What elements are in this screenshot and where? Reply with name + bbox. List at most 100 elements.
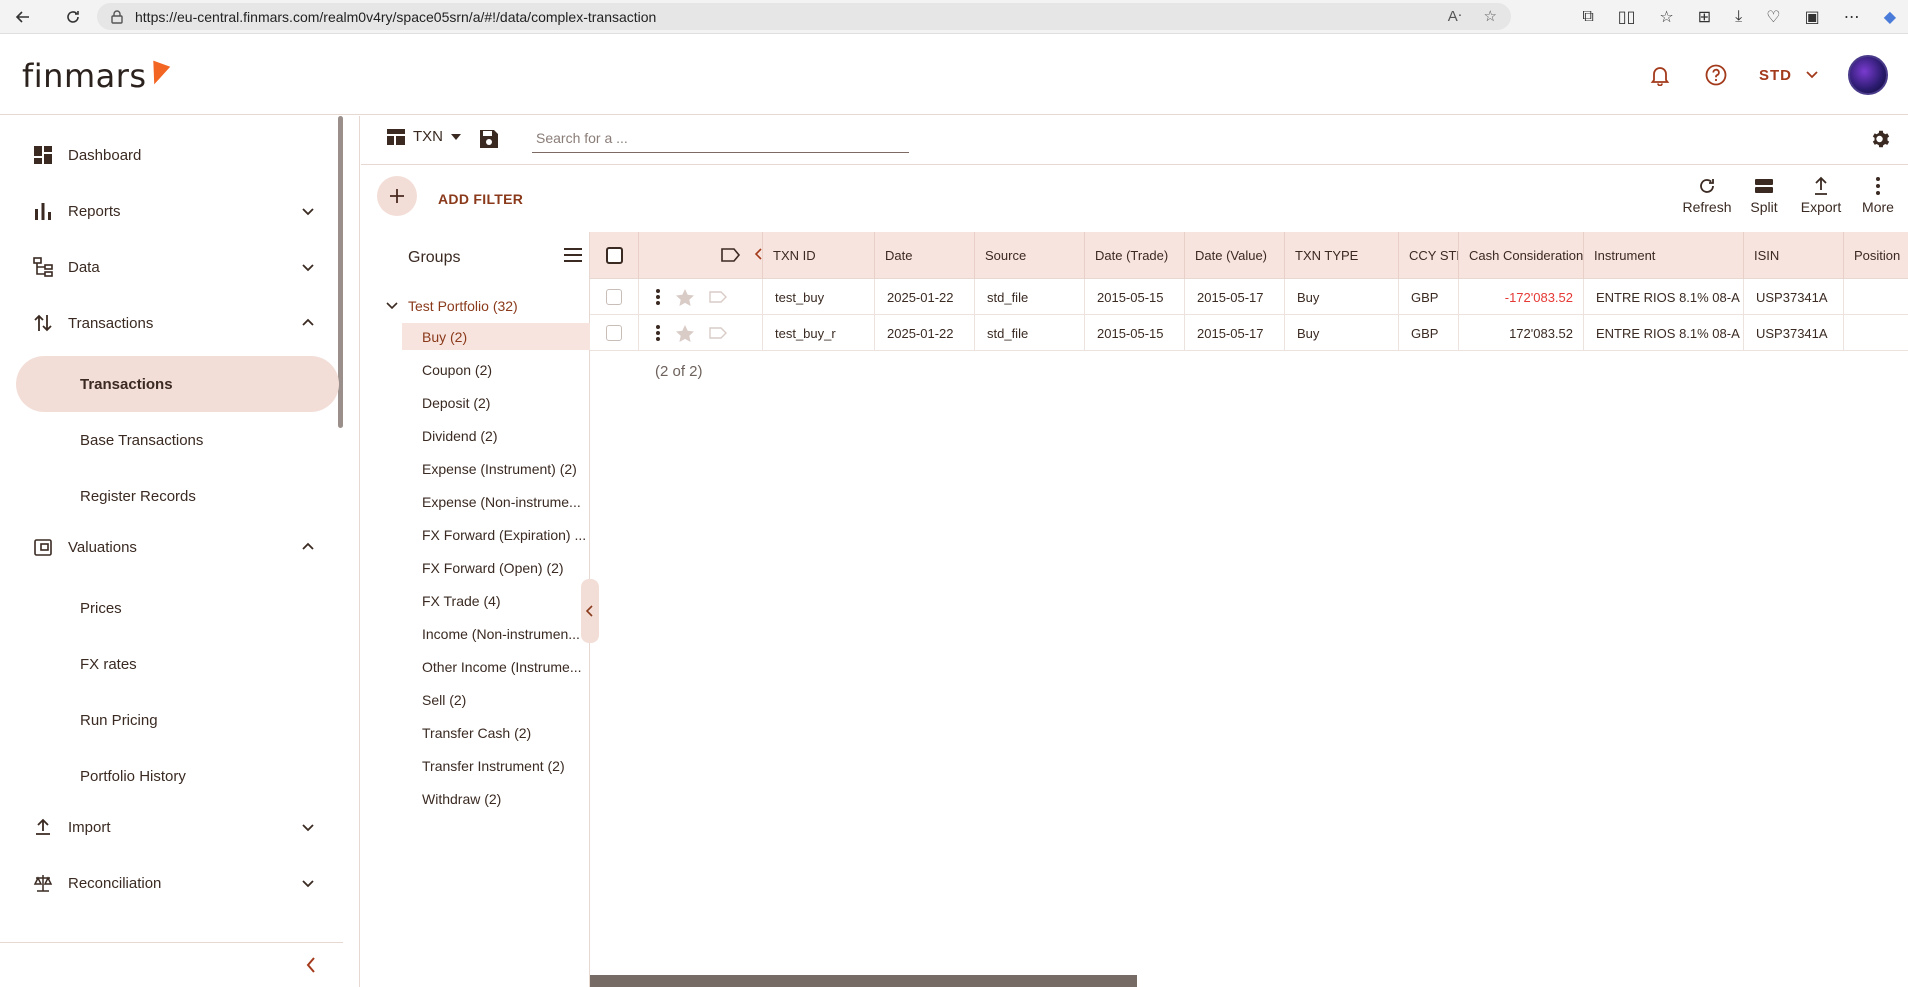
search-field[interactable] <box>532 126 909 153</box>
gear-icon[interactable] <box>1870 128 1892 150</box>
back-icon[interactable] <box>8 2 38 32</box>
cell-ccy-stl: GBP <box>1399 315 1459 351</box>
group-item[interactable]: FX Forward (Expiration) ... <box>402 521 590 548</box>
downloads-icon[interactable]: ⤓ <box>1735 8 1742 26</box>
column-header-position[interactable]: Position <box>1844 232 1908 279</box>
favorite-star-icon[interactable]: ☆ <box>1484 7 1497 25</box>
sidebar-item-import[interactable]: Import <box>0 799 340 855</box>
search-input[interactable] <box>536 130 905 146</box>
sidebar-item-data[interactable]: Data <box>0 239 340 295</box>
group-item[interactable]: Coupon (2) <box>402 356 590 383</box>
group-item[interactable]: Transfer Cash (2) <box>402 719 590 746</box>
save-icon[interactable] <box>478 128 500 150</box>
sidebar-subitem-portfolio-history[interactable]: Portfolio History <box>0 748 340 804</box>
address-bar[interactable]: https://eu-central.finmars.com/realm0v4r… <box>97 3 1511 30</box>
help-icon[interactable] <box>1703 62 1729 88</box>
sidebar-item-reports[interactable]: Reports <box>0 183 340 239</box>
user-code-dropdown[interactable]: STD <box>1759 67 1818 84</box>
table-row[interactable]: test_buy_r 2025-01-22 std_file 2015-05-1… <box>590 315 1908 351</box>
group-item[interactable]: Withdraw (2) <box>402 785 590 812</box>
column-header-instrument[interactable]: Instrument <box>1584 232 1744 279</box>
chevron-left-icon[interactable] <box>755 248 763 260</box>
sidebar-toggle-icon[interactable]: ▣ <box>1805 7 1820 27</box>
split-icon <box>1755 179 1773 193</box>
row-checkbox[interactable] <box>606 325 622 341</box>
row-checkbox[interactable] <box>606 289 622 305</box>
chevron-down-icon <box>386 302 398 310</box>
logo-text: finmars <box>22 57 147 95</box>
data-tree-icon <box>33 257 53 277</box>
sidebar-subitem-base-transactions[interactable]: Base Transactions <box>0 412 340 468</box>
group-root-test-portfolio[interactable]: Test Portfolio (32) <box>386 298 518 314</box>
column-header-date[interactable]: Date <box>875 232 975 279</box>
star-icon[interactable] <box>675 324 695 343</box>
column-header-txn-type[interactable]: TXN TYPE <box>1285 232 1399 279</box>
finmars-logo[interactable]: finmars <box>22 57 170 95</box>
group-item[interactable]: Deposit (2) <box>402 389 590 416</box>
group-item[interactable]: FX Forward (Open) (2) <box>402 554 590 581</box>
column-header-isin[interactable]: ISIN <box>1744 232 1844 279</box>
row-select-cell <box>590 279 639 315</box>
column-header-source[interactable]: Source <box>975 232 1085 279</box>
filter-bar: ADD FILTER Refresh Split Export More <box>361 166 1908 232</box>
browser-toolbar: https://eu-central.finmars.com/realm0v4r… <box>0 0 1908 34</box>
column-header-txn-id[interactable]: TXN ID <box>763 232 875 279</box>
more-button[interactable]: More <box>1858 176 1898 215</box>
group-item[interactable]: Other Income (Instrume... <box>402 653 590 680</box>
row-menu-icon[interactable] <box>655 324 661 342</box>
sidebar-subitem-transactions[interactable]: Transactions <box>16 356 339 412</box>
sidebar-subitem-register-records[interactable]: Register Records <box>0 468 340 524</box>
sidebar-item-reconciliation[interactable]: Reconciliation <box>0 855 340 911</box>
group-item[interactable]: Expense (Non-instrume... <box>402 488 590 515</box>
column-header-cash-consideration[interactable]: Cash Consideration <box>1459 232 1584 279</box>
sidebar-footer <box>0 942 343 987</box>
extensions-icon[interactable]: ⧉ <box>1582 8 1593 26</box>
performance-icon[interactable]: ♡ <box>1766 7 1780 27</box>
sidebar-subitem-run-pricing[interactable]: Run Pricing <box>0 692 340 748</box>
split-button[interactable]: Split <box>1744 176 1784 215</box>
group-item[interactable]: Expense (Instrument) (2) <box>402 455 590 482</box>
favorites-icon[interactable]: ☆ <box>1659 7 1673 27</box>
star-icon[interactable] <box>675 288 695 307</box>
group-item[interactable]: Income (Non-instrumen... <box>402 620 590 647</box>
group-item[interactable]: FX Trade (4) <box>402 587 590 614</box>
select-all-checkbox[interactable] <box>605 247 623 264</box>
collections-icon[interactable]: ⊞ <box>1698 7 1711 27</box>
row-menu-icon[interactable] <box>655 288 661 306</box>
sidebar-item-transactions[interactable]: Transactions <box>0 295 340 351</box>
sidebar-item-valuations[interactable]: Valuations <box>0 519 340 575</box>
row-tag-icon[interactable] <box>709 290 727 304</box>
column-header-ccy-stl[interactable]: CCY STL <box>1399 232 1459 279</box>
column-header-date-trade[interactable]: Date (Trade) <box>1085 232 1185 279</box>
horizontal-scrollbar[interactable] <box>590 975 1137 987</box>
plus-icon <box>390 189 404 203</box>
row-tag-icon[interactable] <box>709 326 727 340</box>
chevron-left-icon[interactable] <box>303 955 319 975</box>
tag-icon[interactable] <box>721 247 741 263</box>
copilot-icon[interactable]: ◆ <box>1884 7 1896 27</box>
add-filter-button[interactable] <box>377 176 417 216</box>
sidebar-subitem-label: Portfolio History <box>80 767 186 785</box>
table-row[interactable]: test_buy 2025-01-22 std_file 2015-05-15 … <box>590 279 1908 315</box>
bell-icon[interactable] <box>1647 62 1673 88</box>
layout-selector[interactable]: TXN <box>387 128 461 145</box>
sidebar-subitem-prices[interactable]: Prices <box>0 580 340 636</box>
group-item[interactable]: Transfer Instrument (2) <box>402 752 590 779</box>
sidebar-subitem-fx-rates[interactable]: FX rates <box>0 636 340 692</box>
group-item[interactable]: Sell (2) <box>402 686 590 713</box>
split-screen-icon[interactable]: ▯▯ <box>1618 7 1636 27</box>
column-header-date-value[interactable]: Date (Value) <box>1185 232 1285 279</box>
menu-icon[interactable] <box>563 246 583 264</box>
sidebar-subitem-label: Prices <box>80 599 122 617</box>
sidebar-item-dashboard[interactable]: Dashboard <box>0 127 340 183</box>
group-item[interactable]: Dividend (2) <box>402 422 590 449</box>
add-filter-label[interactable]: ADD FILTER <box>438 191 523 207</box>
read-aloud-icon[interactable]: Aᐧ <box>1448 7 1462 25</box>
export-button[interactable]: Export <box>1796 176 1846 215</box>
grid-toolbar: TXN <box>361 116 1908 165</box>
avatar[interactable] <box>1848 55 1888 95</box>
group-item[interactable]: Buy (2) <box>402 323 590 350</box>
browser-menu-icon[interactable]: ⋯ <box>1844 7 1860 27</box>
reload-icon[interactable] <box>58 2 88 32</box>
refresh-button[interactable]: Refresh <box>1682 176 1732 215</box>
